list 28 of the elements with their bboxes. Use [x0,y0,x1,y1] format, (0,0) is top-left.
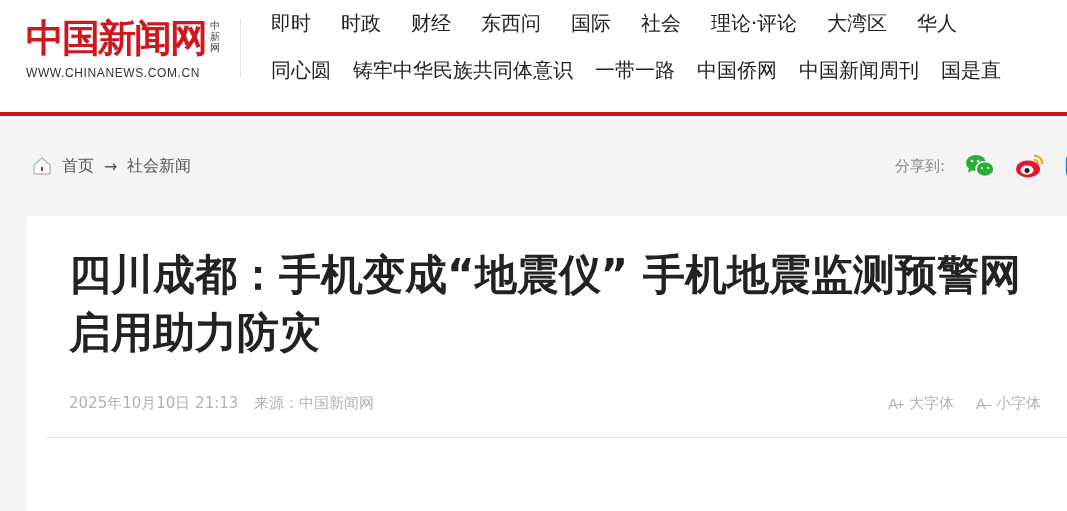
nav-link[interactable]: 大湾区 [827,8,918,38]
nav-link[interactable]: 一带一路 [595,55,697,85]
breadcrumb-link[interactable]: 首页 [62,155,94,177]
logo-name[interactable]: 中国新闻网 [26,14,206,62]
nav-link[interactable]: 时政 [341,8,411,38]
breadcrumb-arrow: → [104,156,118,176]
nav-link[interactable]: 铸牢中华民族共同体意识 [353,55,595,85]
nav-link[interactable]: 同心圆 [271,55,353,85]
nav-link[interactable]: 理论·评论 [711,8,828,38]
home-icon[interactable] [32,156,52,176]
breadcrumb-link[interactable]: 社会新闻 [127,155,192,177]
wechat-icon[interactable] [965,154,995,178]
nav-link[interactable]: 即时 [271,8,341,38]
weibo-icon[interactable] [1015,153,1045,179]
nav-link[interactable]: 社会 [641,8,711,38]
article-title: 四川成都：手机变成“地震仪” 手机地震监测预警网启用助力防灾 [69,249,1022,359]
nav-link[interactable]: 财经 [411,8,481,38]
share-label: 分享到: [894,156,945,176]
article-source: 来源：中国新闻网 [254,394,375,413]
publish-date: 2025年10月10日 21:13 [69,394,239,413]
nav-link[interactable]: 华人 [917,8,988,38]
logo-mark: 中新网 [210,20,220,53]
nav-link[interactable]: 中国新闻周刊 [799,55,941,85]
nav-link[interactable]: 国是直 [941,55,1023,85]
site-url: WWW.CHINANEWS.COM.CN [26,66,201,80]
nav-link[interactable]: 国际 [571,8,641,38]
nav-link[interactable]: 中国侨网 [697,55,799,85]
nav-link[interactable]: 东西问 [481,8,571,38]
